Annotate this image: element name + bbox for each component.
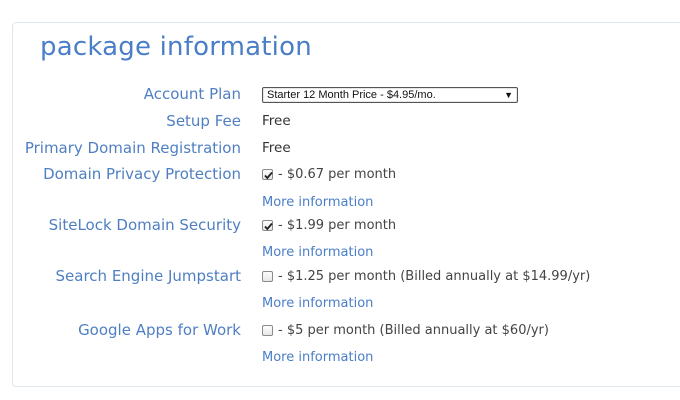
domain-privacy-checkbox[interactable] <box>262 169 273 180</box>
sitelock-label: SiteLock Domain Security <box>48 216 241 234</box>
account-plan-label: Account Plan <box>143 85 241 103</box>
primary-domain-value: Free <box>262 140 291 156</box>
primary-domain-label: Primary Domain Registration <box>24 139 241 157</box>
domain-privacy-more-link[interactable]: More information <box>262 195 373 210</box>
sitelock-more-link[interactable]: More information <box>262 245 373 260</box>
setup-fee-value: Free <box>262 113 291 129</box>
search-engine-checkbox[interactable] <box>262 271 273 282</box>
account-plan-select[interactable]: Starter 12 Month Price - $4.95/mo. ▼ <box>262 87 518 103</box>
sitelock-price: - $1.99 per month <box>278 218 397 233</box>
google-apps-label: Google Apps for Work <box>78 321 241 339</box>
sitelock-checkbox[interactable] <box>262 220 273 231</box>
domain-privacy-label: Domain Privacy Protection <box>43 165 241 183</box>
checkmark-icon <box>264 222 273 231</box>
setup-fee-label: Setup Fee <box>166 112 241 130</box>
google-apps-checkbox[interactable] <box>262 325 273 336</box>
search-engine-more-link[interactable]: More information <box>262 296 373 311</box>
dropdown-arrow-icon: ▼ <box>504 90 513 100</box>
search-engine-price: - $1.25 per month (Billed annually at $1… <box>278 269 591 284</box>
section-title: package information <box>40 32 312 62</box>
google-apps-price: - $5 per month (Billed annually at $60/y… <box>278 323 549 338</box>
account-plan-selected-value: Starter 12 Month Price - $4.95/mo. <box>267 89 436 101</box>
checkmark-icon <box>264 171 273 180</box>
domain-privacy-price: - $0.67 per month <box>278 167 397 182</box>
google-apps-more-link[interactable]: More information <box>262 350 373 365</box>
search-engine-label: Search Engine Jumpstart <box>55 267 241 285</box>
